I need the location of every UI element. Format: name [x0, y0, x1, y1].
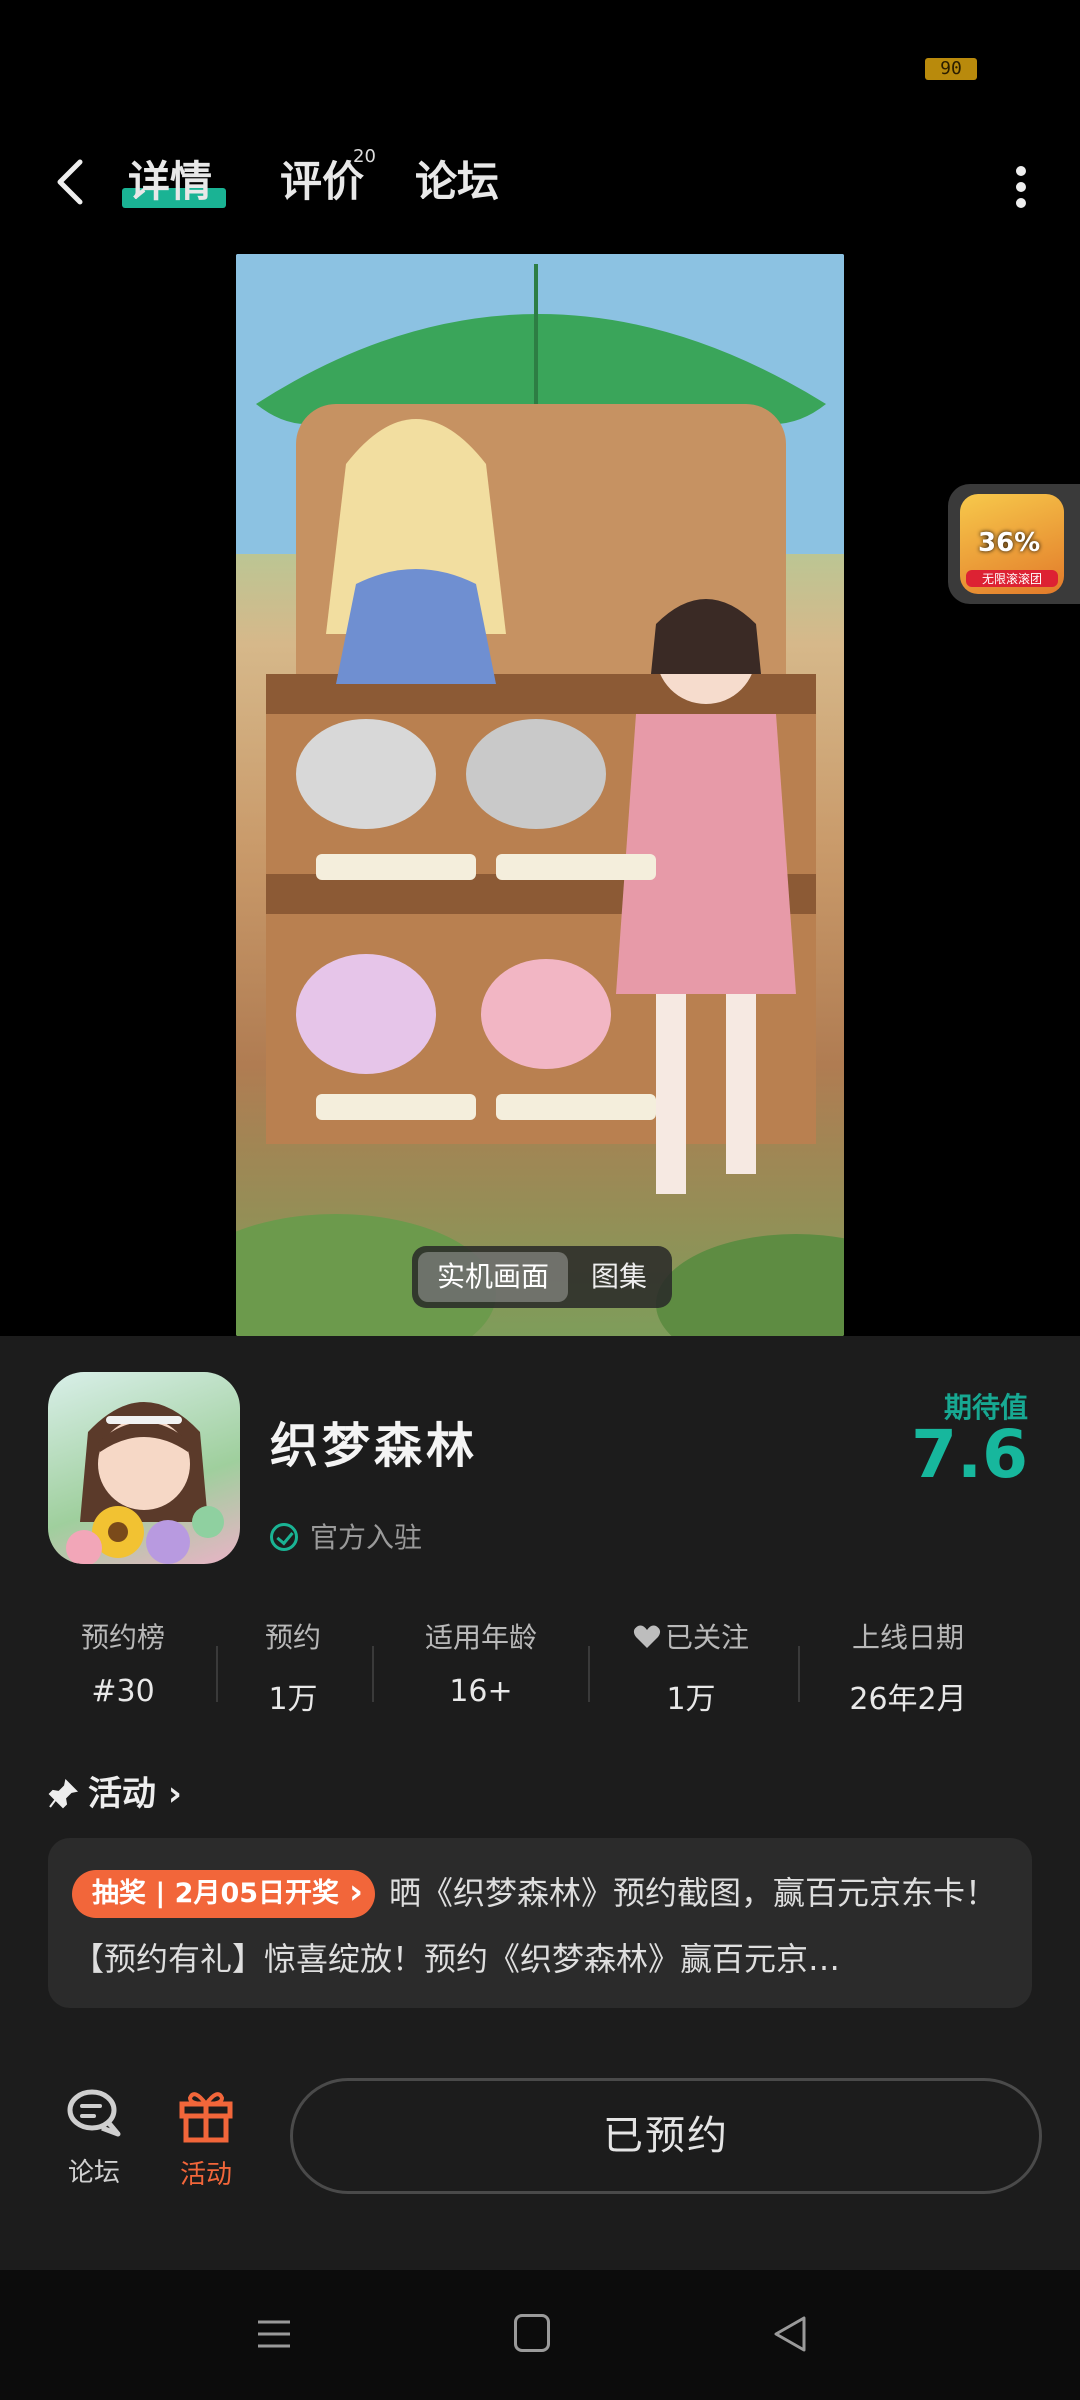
chevron-left-icon	[57, 159, 83, 205]
home-icon[interactable]	[514, 2314, 550, 2352]
game-artwork-image	[236, 254, 844, 1336]
back-button[interactable]	[50, 154, 98, 210]
more-options-button[interactable]	[1016, 166, 1028, 208]
more-dot-icon	[1016, 166, 1026, 176]
floating-ad-widget[interactable]: 36% 无限滚滚团	[948, 484, 1080, 604]
expectation-score: 7.6	[911, 1416, 1028, 1493]
stats-row: 预约榜 #30 预约 1万 适用年龄 16+ 已关注 1万 上线日期 26年2月	[0, 1616, 1080, 1726]
game-info-panel: 织梦森林 官方入驻 期待值 7.6 预约榜 #30 预约 1万 适用年龄 16+…	[0, 1336, 1080, 2270]
chevron-right-icon: ›	[156, 1774, 182, 1814]
stat-reserve-rank[interactable]: 预约榜 #30	[72, 1616, 174, 1709]
tab-review[interactable]: 评价	[280, 152, 364, 212]
review-count-badge: 20	[353, 146, 376, 167]
system-back-icon[interactable]	[770, 2314, 810, 2354]
tab-gallery[interactable]: 图集	[574, 1252, 664, 1302]
tab-detail[interactable]: 详情	[128, 152, 212, 212]
reserved-button[interactable]: 已预约	[290, 2078, 1042, 2194]
tab-gameplay-footage[interactable]: 实机画面	[418, 1252, 568, 1302]
stat-age-rating: 适用年龄 16+	[424, 1621, 537, 1709]
tab-forum[interactable]: 论坛	[415, 152, 499, 212]
stat-reservations: 预约 1万	[264, 1621, 321, 1717]
heart-icon	[633, 1625, 661, 1648]
lottery-tag[interactable]: 抽奖 | 2月05日开奖	[72, 1868, 376, 1918]
preview-tab-switch: 实机画面 图集	[412, 1246, 672, 1308]
event-button[interactable]: 活动	[168, 2086, 244, 2191]
stat-followers[interactable]: 已关注 1万	[626, 1616, 756, 1718]
top-nav: 详情 评价 20 论坛	[0, 140, 1080, 225]
floating-ad-image: 36% 无限滚滚团	[960, 494, 1064, 594]
floating-ad-label: 无限滚滚团	[966, 570, 1058, 587]
verified-check-icon	[270, 1523, 298, 1551]
system-nav-bar	[0, 2270, 1080, 2400]
official-verified-label: 官方入驻	[270, 1516, 422, 1556]
divider	[372, 1646, 374, 1702]
divider	[216, 1646, 218, 1702]
chat-bubble-icon	[67, 2089, 121, 2137]
activity-description: 抽奖 | 2月05日开奖晒《织梦森林》预约截图，赢百元京东卡！【预约有礼】惊喜绽…	[72, 1860, 1008, 1992]
forum-button[interactable]: 论坛	[56, 2086, 132, 2189]
floating-ad-percent: 36%	[978, 528, 1041, 558]
battery-indicator: 90	[925, 58, 977, 80]
app-name: 织梦森林	[270, 1418, 479, 1474]
activity-card[interactable]: 抽奖 | 2月05日开奖晒《织梦森林》预约截图，赢百元京东卡！【预约有礼】惊喜绽…	[48, 1838, 1032, 2008]
game-screenshot-preview[interactable]: 实机画面 图集	[236, 254, 844, 1336]
pin-icon	[48, 1779, 78, 1809]
recent-apps-icon[interactable]	[256, 2316, 292, 2352]
divider	[588, 1646, 590, 1702]
app-icon-art	[66, 1402, 224, 1564]
divider	[798, 1646, 800, 1702]
gift-icon	[179, 2092, 233, 2143]
stat-launch-date: 上线日期 26年2月	[849, 1621, 967, 1717]
activity-section-header[interactable]: 活动 ›	[48, 1766, 182, 1815]
app-icon	[48, 1372, 240, 1564]
